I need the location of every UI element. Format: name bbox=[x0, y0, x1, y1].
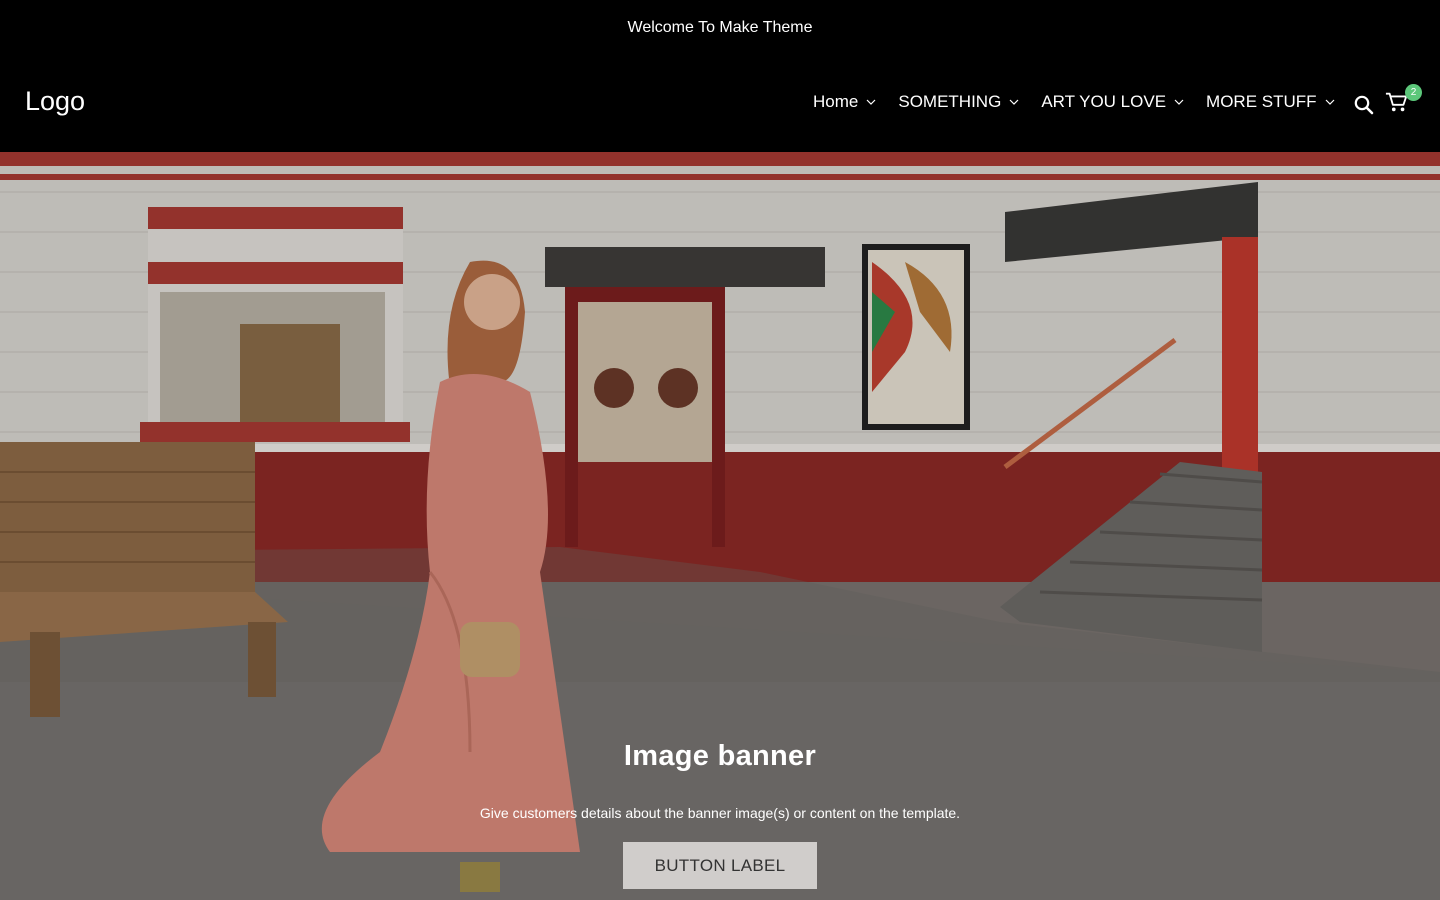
cart-count-badge: 2 bbox=[1405, 84, 1422, 101]
cart-button[interactable]: 2 bbox=[1385, 84, 1422, 119]
chevron-down-icon bbox=[1009, 97, 1019, 107]
nav-item-something[interactable]: SOMETHING bbox=[898, 92, 1019, 112]
chevron-down-icon bbox=[1325, 97, 1335, 107]
header-icons: 2 bbox=[1352, 84, 1422, 119]
nav-item-label: MORE STUFF bbox=[1206, 92, 1317, 111]
announcement-text: Welcome To Make Theme bbox=[627, 19, 813, 36]
announcement-bar: Welcome To Make Theme bbox=[0, 0, 1440, 56]
chevron-down-icon bbox=[866, 97, 876, 107]
nav-item-home[interactable]: Home bbox=[813, 92, 876, 112]
nav-item-label: SOMETHING bbox=[898, 92, 1002, 111]
nav-item-label: ART YOU LOVE bbox=[1041, 92, 1167, 111]
banner-cta-button[interactable]: BUTTON LABEL bbox=[623, 842, 817, 889]
nav-item-label: Home bbox=[813, 92, 859, 111]
banner-content: Image banner Give customers details abou… bbox=[0, 740, 1440, 889]
search-icon[interactable] bbox=[1352, 93, 1376, 117]
site-header: Logo Home SOMETHING ART YOU LOVE MORE ST… bbox=[0, 56, 1440, 152]
nav-item-more-stuff[interactable]: MORE STUFF bbox=[1206, 92, 1335, 112]
nav-item-art-you-love[interactable]: ART YOU LOVE bbox=[1041, 92, 1184, 112]
image-banner: Image banner Give customers details abou… bbox=[0, 152, 1440, 900]
chevron-down-icon bbox=[1174, 97, 1184, 107]
banner-title: Image banner bbox=[623, 740, 817, 772]
main-nav: Home SOMETHING ART YOU LOVE MORE STUFF bbox=[813, 92, 1357, 112]
banner-description: Give customers details about the banner … bbox=[479, 805, 961, 821]
logo[interactable]: Logo bbox=[25, 86, 85, 117]
